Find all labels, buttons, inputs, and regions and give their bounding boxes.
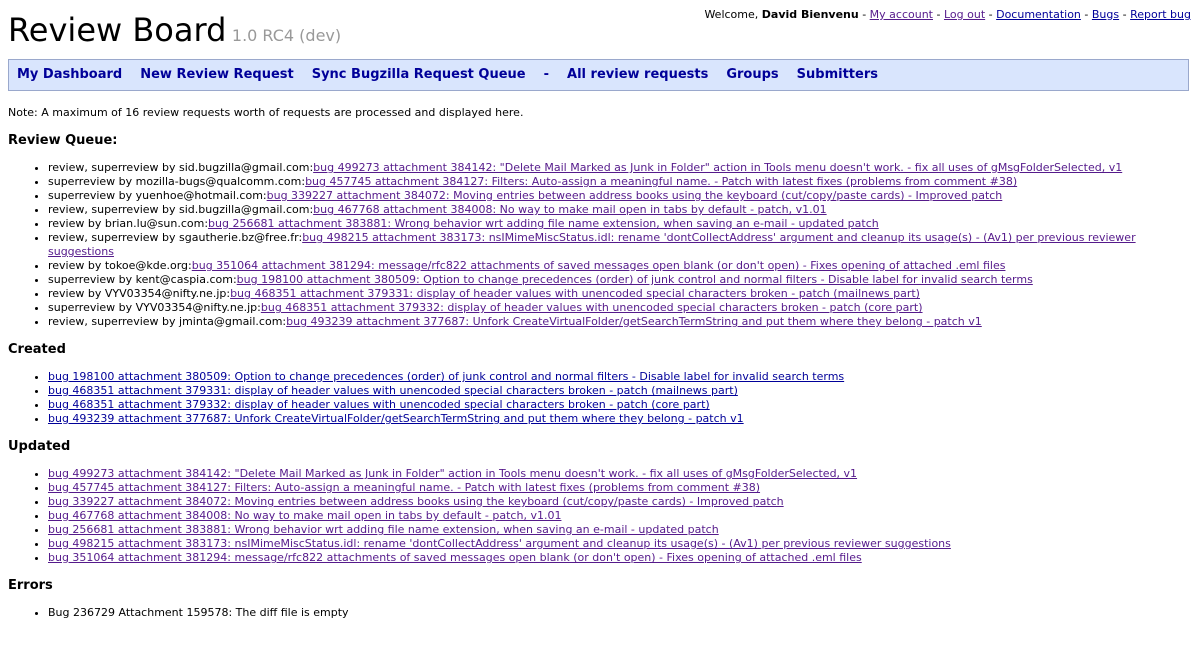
review-queue-heading: Review Queue:: [8, 133, 118, 148]
updated-item: bug 339227 attachment 384072: Moving ent…: [48, 495, 1191, 509]
created-heading: Created: [8, 342, 66, 357]
report-bug-link[interactable]: Report bug: [1130, 8, 1191, 21]
updated-item-link[interactable]: bug 498215 attachment 383173: nsIMimeMis…: [48, 537, 951, 550]
queue-item-reviewer: review, superreview by jminta@gmail.com:: [48, 315, 287, 328]
nav-sync-bugzilla-queue[interactable]: Sync Bugzilla Request Queue: [312, 68, 526, 82]
account-sep: -: [985, 8, 997, 21]
queue-item: review, superreview by sid.bugzilla@gmai…: [48, 203, 1191, 217]
logout-link[interactable]: Log out: [944, 8, 985, 21]
limit-note: Note: A maximum of 16 review requests wo…: [8, 106, 524, 119]
nav-separator: -: [543, 67, 550, 82]
site-title: Review Board: [8, 11, 227, 49]
updated-item-link[interactable]: bug 256681 attachment 383881: Wrong beha…: [48, 523, 719, 536]
updated-item: bug 256681 attachment 383881: Wrong beha…: [48, 523, 1191, 537]
queue-item-link[interactable]: bug 198100 attachment 380509: Option to …: [237, 273, 1033, 286]
account-sep: -: [858, 8, 870, 21]
account-sep: -: [1080, 8, 1092, 21]
queue-item: review by brian.lu@sun.com:bug 256681 at…: [48, 217, 1191, 231]
review-queue-list: review, superreview by sid.bugzilla@gmai…: [8, 161, 1191, 329]
queue-item-link[interactable]: bug 499273 attachment 384142: "Delete Ma…: [313, 161, 1122, 174]
updated-item: bug 498215 attachment 383173: nsIMimeMis…: [48, 537, 1191, 551]
main-content: Note: A maximum of 16 review requests wo…: [8, 106, 1191, 620]
queue-item-reviewer: review, superreview by sid.bugzilla@gmai…: [48, 203, 314, 216]
created-item: bug 468351 attachment 379331: display of…: [48, 384, 1191, 398]
updated-item-link[interactable]: bug 351064 attachment 381294: message/rf…: [48, 551, 862, 564]
queue-item-link[interactable]: bug 339227 attachment 384072: Moving ent…: [267, 189, 1003, 202]
account-sep: -: [1119, 8, 1131, 21]
queue-item-link[interactable]: bug 468351 attachment 379331: display of…: [230, 287, 920, 300]
main-navbar: My Dashboard New Review Request Sync Bug…: [8, 59, 1189, 91]
queue-item-link[interactable]: bug 256681 attachment 383881: Wrong beha…: [208, 217, 879, 230]
nav-all-review-requests[interactable]: All review requests: [567, 68, 708, 82]
updated-item-link[interactable]: bug 499273 attachment 384142: "Delete Ma…: [48, 467, 857, 480]
site-header: Review Board 1.0 RC4 (dev): [8, 10, 341, 50]
created-list: bug 198100 attachment 380509: Option to …: [8, 370, 1191, 426]
created-item: bug 493239 attachment 377687: Unfork Cre…: [48, 412, 1191, 426]
updated-item-link[interactable]: bug 339227 attachment 384072: Moving ent…: [48, 495, 784, 508]
bugs-link[interactable]: Bugs: [1092, 8, 1119, 21]
updated-item: bug 467768 attachment 384008: No way to …: [48, 509, 1191, 523]
created-item: bug 468351 attachment 379332: display of…: [48, 398, 1191, 412]
queue-item-reviewer: superreview by kent@caspia.com:: [48, 273, 237, 286]
errors-heading: Errors: [8, 578, 53, 593]
welcome-user: David Bienvenu: [761, 8, 859, 21]
account-sep: -: [933, 8, 944, 21]
nav-groups[interactable]: Groups: [726, 68, 778, 82]
nav-my-dashboard[interactable]: My Dashboard: [17, 68, 122, 82]
queue-item-reviewer: review by tokoe@kde.org:: [48, 259, 192, 272]
created-item-link[interactable]: bug 493239 attachment 377687: Unfork Cre…: [48, 412, 744, 425]
created-item-link[interactable]: bug 468351 attachment 379332: display of…: [48, 398, 710, 411]
nav-submitters[interactable]: Submitters: [797, 68, 878, 82]
queue-item-reviewer: superreview by mozilla-bugs@qualcomm.com…: [48, 175, 306, 188]
queue-item: review, superreview by jminta@gmail.com:…: [48, 315, 1191, 329]
queue-item-link[interactable]: bug 351064 attachment 381294: message/rf…: [192, 259, 1006, 272]
queue-item: review by tokoe@kde.org:bug 351064 attac…: [48, 259, 1191, 273]
queue-item-reviewer: review, superreview by sid.bugzilla@gmai…: [48, 161, 314, 174]
nav-new-review-request[interactable]: New Review Request: [140, 68, 294, 82]
queue-item-reviewer: superreview by VYV03354@nifty.ne.jp:: [48, 301, 261, 314]
queue-item-reviewer: review by brian.lu@sun.com:: [48, 217, 209, 230]
queue-item: superreview by kent@caspia.com:bug 19810…: [48, 273, 1191, 287]
queue-item-link[interactable]: bug 468351 attachment 379332: display of…: [261, 301, 923, 314]
queue-item-reviewer: review, superreview by sgautherie.bz@fre…: [48, 231, 303, 244]
queue-item: superreview by mozilla-bugs@qualcomm.com…: [48, 175, 1191, 189]
queue-item-reviewer: superreview by yuenhoe@hotmail.com:: [48, 189, 267, 202]
queue-item: review, superreview by sgautherie.bz@fre…: [48, 231, 1191, 259]
welcome-prefix: Welcome,: [704, 8, 762, 21]
created-item-link[interactable]: bug 468351 attachment 379331: display of…: [48, 384, 738, 397]
updated-item-link[interactable]: bug 467768 attachment 384008: No way to …: [48, 509, 561, 522]
error-item: Bug 236729 Attachment 159578: The diff f…: [48, 606, 1191, 620]
site-version: 1.0 RC4 (dev): [231, 26, 342, 45]
queue-item-link[interactable]: bug 457745 attachment 384127: Filters: A…: [305, 175, 1017, 188]
errors-list: Bug 236729 Attachment 159578: The diff f…: [8, 606, 1191, 620]
queue-item: superreview by yuenhoe@hotmail.com:bug 3…: [48, 189, 1191, 203]
updated-item: bug 499273 attachment 384142: "Delete Ma…: [48, 467, 1191, 481]
updated-item-link[interactable]: bug 457745 attachment 384127: Filters: A…: [48, 481, 760, 494]
updated-item: bug 351064 attachment 381294: message/rf…: [48, 551, 1191, 565]
documentation-link[interactable]: Documentation: [996, 8, 1081, 21]
updated-item: bug 457745 attachment 384127: Filters: A…: [48, 481, 1191, 495]
queue-item-link[interactable]: bug 467768 attachment 384008: No way to …: [313, 203, 826, 216]
queue-item-link[interactable]: bug 493239 attachment 377687: Unfork Cre…: [286, 315, 982, 328]
updated-list: bug 499273 attachment 384142: "Delete Ma…: [8, 467, 1191, 565]
created-item: bug 198100 attachment 380509: Option to …: [48, 370, 1191, 384]
my-account-link[interactable]: My account: [870, 8, 933, 21]
queue-item: review by VYV03354@nifty.ne.jp:bug 46835…: [48, 287, 1191, 301]
account-nav: Welcome, David Bienvenu - My account - L…: [704, 8, 1191, 22]
created-item-link[interactable]: bug 198100 attachment 380509: Option to …: [48, 370, 844, 383]
queue-item-reviewer: review by VYV03354@nifty.ne.jp:: [48, 287, 231, 300]
updated-heading: Updated: [8, 439, 71, 454]
queue-item: review, superreview by sid.bugzilla@gmai…: [48, 161, 1191, 175]
queue-item: superreview by VYV03354@nifty.ne.jp:bug …: [48, 301, 1191, 315]
